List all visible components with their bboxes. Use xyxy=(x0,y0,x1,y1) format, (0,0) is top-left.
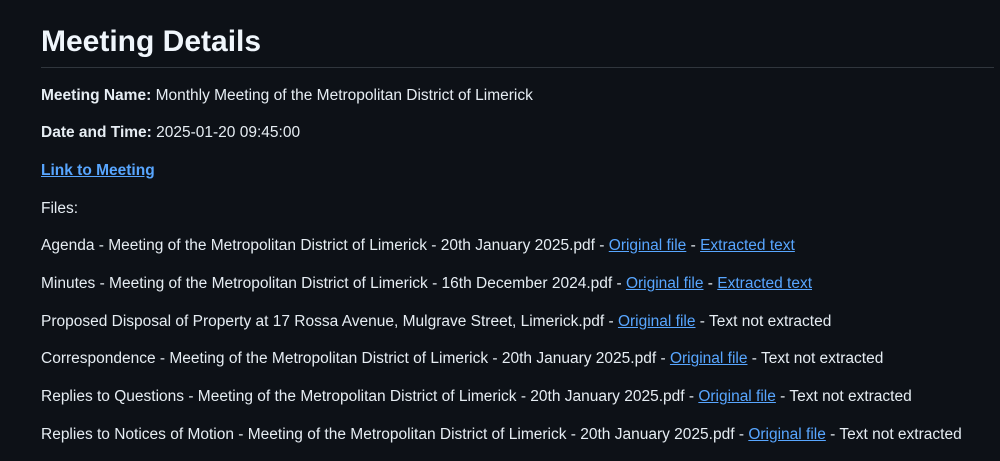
separator: - xyxy=(686,237,701,254)
separator: - xyxy=(695,312,709,330)
meeting-name-row: Meeting Name: Monthly Meeting of the Met… xyxy=(41,86,533,106)
extracted-text-link[interactable]: Extracted text xyxy=(717,275,812,292)
original-file-link[interactable]: Original file xyxy=(670,350,748,367)
separator: - xyxy=(656,350,670,368)
file-name: Agenda - Meeting of the Metropolitan Dis… xyxy=(41,237,595,254)
separator: - xyxy=(612,274,626,292)
separator: - xyxy=(604,312,618,330)
file-name: Replies to Notices of Motion - Meeting o… xyxy=(41,426,735,443)
file-row: Replies to Questions - Meeting of the Me… xyxy=(41,387,912,407)
file-row: Replies to Notices of Motion - Meeting o… xyxy=(41,425,962,445)
title-divider xyxy=(41,67,994,68)
original-file-link[interactable]: Original file xyxy=(698,388,776,405)
meeting-date-row: Date and Time: 2025-01-20 09:45:00 xyxy=(41,123,300,143)
original-file-link[interactable]: Original file xyxy=(748,426,826,443)
file-row: Minutes - Meeting of the Metropolitan Di… xyxy=(41,274,812,294)
separator: - xyxy=(684,388,699,406)
file-name: Replies to Questions - Meeting of the Me… xyxy=(41,388,685,406)
separator: - xyxy=(734,426,749,443)
separator: - xyxy=(775,388,790,406)
file-row: Correspondence - Meeting of the Metropol… xyxy=(41,349,883,369)
meeting-date-label: Date and Time: xyxy=(41,124,152,141)
meeting-date-value: 2025-01-20 09:45:00 xyxy=(156,124,301,141)
text-not-extracted-status: Text not extracted xyxy=(789,388,912,406)
file-name: Minutes - Meeting of the Metropolitan Di… xyxy=(41,274,613,292)
text-not-extracted-status: Text not extracted xyxy=(760,350,884,368)
page-title: Meeting Details xyxy=(41,25,262,58)
files-heading: Files: xyxy=(41,200,79,217)
text-not-extracted-status: Text not extracted xyxy=(839,426,962,443)
original-file-link[interactable]: Original file xyxy=(609,237,687,254)
separator: - xyxy=(825,426,840,443)
separator: - xyxy=(703,274,718,292)
original-file-link[interactable]: Original file xyxy=(626,275,704,292)
file-name: Correspondence - Meeting of the Metropol… xyxy=(41,350,657,368)
text-not-extracted-status: Text not extracted xyxy=(708,312,832,330)
meeting-link-row: Link to Meeting xyxy=(41,161,155,181)
meeting-name-value: Monthly Meeting of the Metropolitan Dist… xyxy=(155,87,533,104)
meeting-name-label: Meeting Name: xyxy=(41,87,152,104)
meeting-details-page: Meeting Details Meeting Name: Monthly Me… xyxy=(0,0,1000,461)
file-row: Agenda - Meeting of the Metropolitan Dis… xyxy=(41,236,795,256)
separator: - xyxy=(747,350,761,368)
link-to-meeting[interactable]: Link to Meeting xyxy=(41,162,155,179)
extracted-text-link[interactable]: Extracted text xyxy=(700,237,795,254)
file-row: Proposed Disposal of Property at 17 Ross… xyxy=(41,312,831,332)
original-file-link[interactable]: Original file xyxy=(618,313,696,330)
separator: - xyxy=(594,237,609,254)
file-name: Proposed Disposal of Property at 17 Ross… xyxy=(41,312,605,330)
